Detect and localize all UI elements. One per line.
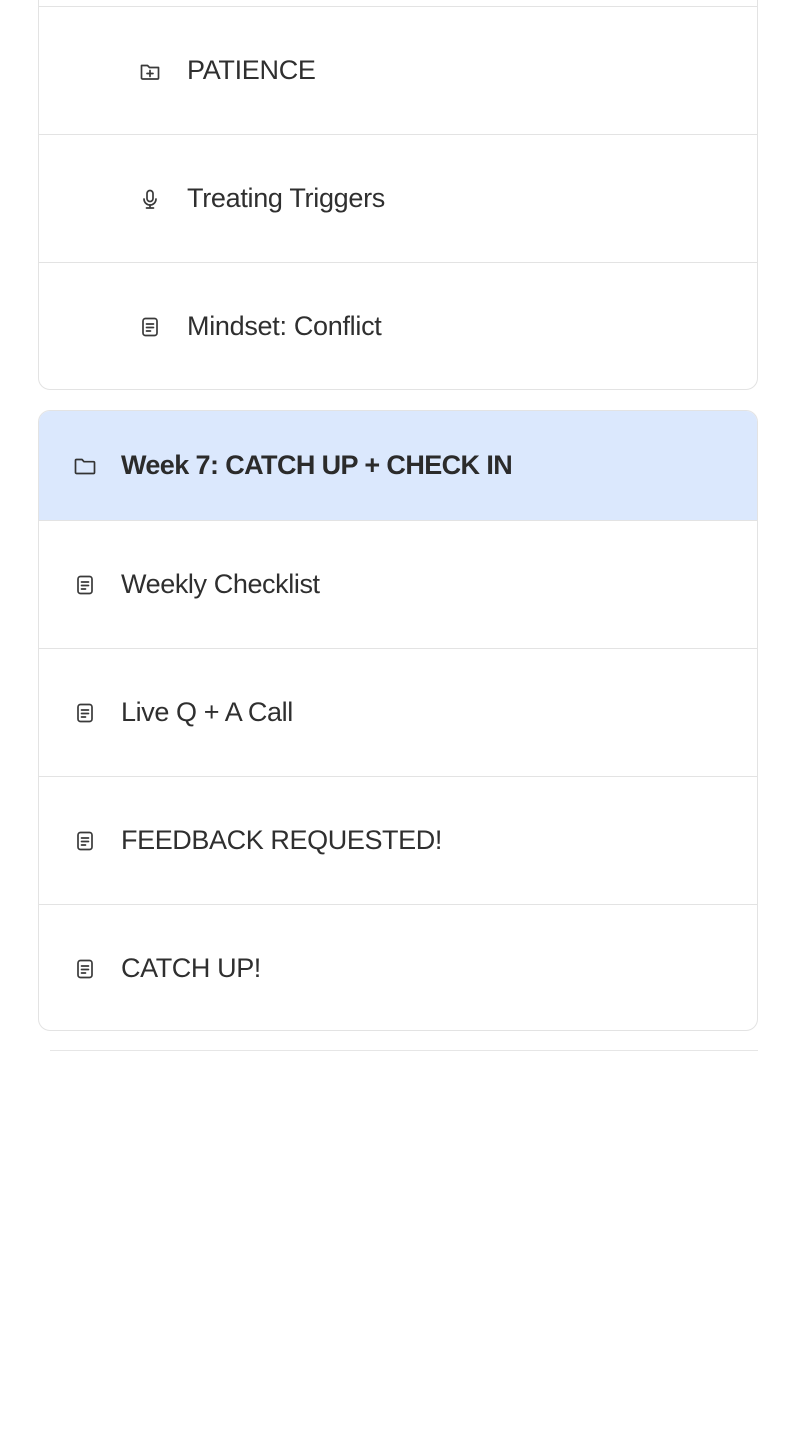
lesson-label: FEEDBACK REQUESTED!: [121, 825, 442, 855]
document-icon: [74, 702, 96, 724]
document-icon: [139, 316, 161, 338]
lesson-item-catch-up[interactable]: CATCH UP!: [39, 904, 757, 1030]
lesson-item-treating-triggers[interactable]: Treating Triggers: [39, 134, 757, 262]
module-header-week7[interactable]: Week 7: CATCH UP + CHECK IN: [39, 411, 757, 520]
lesson-item-mindset-conflict[interactable]: Mindset: Conflict: [39, 262, 757, 389]
page: PATIENCE Treating Triggers Mindset: Conf…: [0, 0, 810, 1440]
lesson-label: PATIENCE: [187, 55, 316, 85]
lesson-item-live-qa-call[interactable]: Live Q + A Call: [39, 648, 757, 776]
folder-icon: [73, 454, 97, 478]
microphone-icon: [139, 188, 161, 210]
lesson-label: Treating Triggers: [187, 183, 385, 213]
lesson-label: CATCH UP!: [121, 953, 261, 983]
section-divider: [50, 1050, 758, 1051]
document-icon: [74, 830, 96, 852]
module-card-previous: PATIENCE Treating Triggers Mindset: Conf…: [38, 0, 758, 390]
document-icon: [74, 574, 96, 596]
lesson-item-weekly-checklist[interactable]: Weekly Checklist: [39, 520, 757, 648]
lesson-label: Live Q + A Call: [121, 697, 293, 727]
lesson-label: Mindset: Conflict: [187, 311, 382, 341]
document-icon: [74, 958, 96, 980]
folder-plus-icon: [139, 60, 161, 82]
lesson-item-feedback-requested[interactable]: FEEDBACK REQUESTED!: [39, 776, 757, 904]
module-card-week7: Week 7: CATCH UP + CHECK IN Weekly Check…: [38, 410, 758, 1031]
lesson-label: Weekly Checklist: [121, 569, 320, 599]
lesson-item-patience[interactable]: PATIENCE: [39, 6, 757, 134]
module-title: Week 7: CATCH UP + CHECK IN: [121, 450, 513, 480]
